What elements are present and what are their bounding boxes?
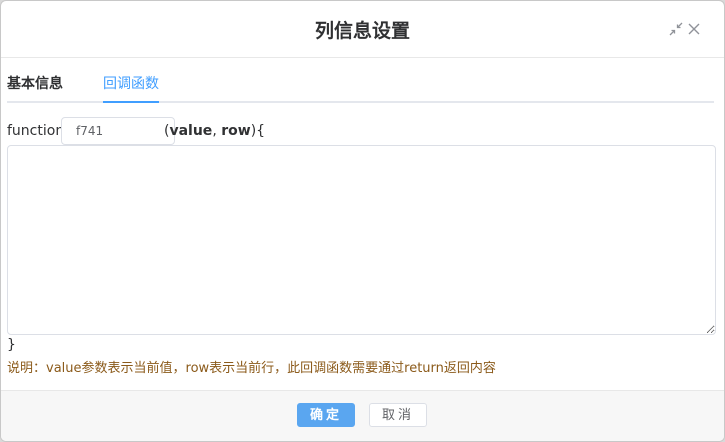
column-settings-dialog: 列信息设置 基本信息 回调函数 function (value, row){ }… bbox=[0, 0, 725, 442]
callback-help-note: 说明：value参数表示当前值，row表示当前行，此回调函数需要通过return… bbox=[7, 361, 496, 376]
params-close: ){ bbox=[250, 123, 266, 139]
cancel-button[interactable]: 取消 bbox=[369, 403, 427, 427]
function-name-input[interactable] bbox=[61, 117, 175, 145]
confirm-button[interactable]: 确定 bbox=[297, 403, 355, 427]
closing-brace: } bbox=[7, 337, 16, 353]
active-tab-indicator bbox=[103, 101, 159, 103]
param-row: row bbox=[221, 123, 251, 139]
close-icon[interactable] bbox=[687, 22, 701, 36]
dialog-footer: 确定 取消 bbox=[1, 390, 724, 441]
dialog-header: 列信息设置 bbox=[1, 1, 724, 58]
tab-basic-info[interactable]: 基本信息 bbox=[7, 73, 63, 93]
function-keyword: function bbox=[7, 123, 65, 139]
function-body-editor[interactable] bbox=[7, 145, 716, 335]
param-value: value bbox=[169, 123, 213, 139]
dialog-title: 列信息设置 bbox=[314, 20, 410, 42]
params-comma: , bbox=[212, 123, 222, 139]
shrink-icon[interactable] bbox=[669, 22, 683, 36]
function-signature: function (value, row){ bbox=[7, 117, 714, 145]
tab-bar: 基本信息 回调函数 bbox=[7, 57, 714, 103]
function-params: (value, row){ bbox=[164, 123, 265, 139]
tab-callback-function[interactable]: 回调函数 bbox=[103, 73, 159, 93]
